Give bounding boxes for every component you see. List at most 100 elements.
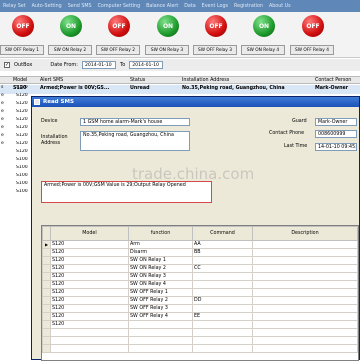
- relay-button[interactable]: OFF SW OFF Relay 4: [290, 15, 334, 57]
- device-field[interactable]: 1 GSM home alarm-Mark's house: [80, 118, 190, 126]
- table-row[interactable]: S120 SW ON Relay 1: [42, 256, 358, 265]
- cell-function[interactable]: SW OFF Relay 4: [128, 312, 193, 321]
- address-field[interactable]: No.35,Peking road, Guangzhou, China: [80, 131, 190, 151]
- row-indicator[interactable]: [42, 256, 51, 265]
- cell-model[interactable]: S120: [50, 304, 129, 313]
- row-indicator[interactable]: [42, 312, 51, 321]
- grid-col-model[interactable]: Model: [50, 226, 129, 241]
- row-indicator[interactable]: [42, 248, 51, 257]
- cell-model[interactable]: S120: [50, 280, 129, 289]
- cell-function[interactable]: SW OFF Relay 1: [128, 288, 193, 297]
- relay-label[interactable]: SW ON Relay 4: [241, 45, 285, 55]
- menu-item[interactable]: Send SMS: [68, 4, 92, 9]
- cell-command[interactable]: [192, 288, 253, 297]
- menu-item[interactable]: Computer Setting: [98, 4, 141, 9]
- relay-button[interactable]: OFF SW OFF Relay 3: [193, 15, 237, 57]
- cell-function[interactable]: SW ON Relay 3: [128, 272, 193, 281]
- menu-item[interactable]: Data: [184, 4, 195, 9]
- grid-col-command[interactable]: Command: [192, 226, 253, 241]
- table-row[interactable]: S120 SW OFF Relay 3: [42, 304, 358, 313]
- menu-item[interactable]: Auto-Setting: [32, 4, 62, 9]
- cell-command[interactable]: AA: [192, 240, 253, 249]
- table-row[interactable]: S120 SW ON Relay 3: [42, 272, 358, 281]
- relay-button[interactable]: ON SW ON Relay 2: [48, 15, 92, 57]
- cell-description[interactable]: [252, 296, 358, 305]
- table-row[interactable]: S120 Disarm BB: [42, 248, 358, 257]
- table-row[interactable]: S120 SW ON Relay 2 CC: [42, 264, 358, 273]
- table-row[interactable]: [42, 344, 358, 353]
- cell-model[interactable]: S120: [50, 256, 129, 265]
- cell-function[interactable]: SW OFF Relay 3: [128, 304, 193, 313]
- row-indicator[interactable]: [42, 304, 51, 313]
- cell-command[interactable]: [192, 272, 253, 281]
- table-row[interactable]: S120 SW OFF Relay 2 DD: [42, 296, 358, 305]
- menu-item[interactable]: Registration: [234, 4, 263, 9]
- cell-description[interactable]: [252, 280, 358, 289]
- menu-item[interactable]: About Us: [269, 4, 291, 9]
- cell-description[interactable]: [252, 240, 358, 249]
- cell-model[interactable]: [50, 336, 129, 345]
- table-row[interactable]: S120: [42, 320, 358, 329]
- relay-label[interactable]: SW OFF Relay 1: [0, 45, 44, 55]
- table-row[interactable]: S120 SW ON Relay 4: [42, 280, 358, 289]
- cell-command[interactable]: [192, 256, 253, 265]
- row-indicator[interactable]: [42, 264, 51, 273]
- row-indicator[interactable]: [42, 344, 51, 353]
- cell-function[interactable]: [128, 328, 193, 337]
- cell-description[interactable]: [252, 288, 358, 297]
- commands-grid[interactable]: Model function Command Description ▶ S120…: [41, 225, 359, 361]
- dialog-titlebar[interactable]: Read SMS: [32, 97, 359, 107]
- relay-state-icon[interactable]: OFF: [12, 15, 34, 37]
- row-indicator[interactable]: ▶: [42, 240, 51, 249]
- cell-command[interactable]: EE: [192, 312, 253, 321]
- last-time-field[interactable]: 14-01-10 09:45:1: [315, 143, 357, 151]
- cell-model[interactable]: S120: [50, 272, 129, 281]
- row-indicator[interactable]: [42, 328, 51, 337]
- sms-content-field[interactable]: Armed;Power is 00V;GSM Value is 29;Outpu…: [41, 181, 212, 203]
- relay-label[interactable]: SW OFF Relay 2: [96, 45, 140, 55]
- cell-description[interactable]: [252, 256, 358, 265]
- cell-description[interactable]: [252, 272, 358, 281]
- cell-model[interactable]: S120: [50, 288, 129, 297]
- relay-button[interactable]: OFF SW OFF Relay 2: [96, 15, 140, 57]
- row-indicator[interactable]: [42, 296, 51, 305]
- grid-col-function[interactable]: function: [128, 226, 193, 241]
- menu-item[interactable]: Event Logs: [202, 4, 228, 9]
- cell-function[interactable]: [128, 344, 193, 353]
- cell-command[interactable]: [192, 280, 253, 289]
- row-indicator[interactable]: [42, 320, 51, 329]
- cell-command[interactable]: [192, 320, 253, 329]
- guard-field[interactable]: Mark-Owner: [315, 118, 357, 126]
- relay-label[interactable]: SW OFF Relay 3: [193, 45, 237, 55]
- cell-model[interactable]: S120: [50, 248, 129, 257]
- cell-model[interactable]: S120: [50, 320, 129, 329]
- cell-function[interactable]: SW ON Relay 1: [128, 256, 193, 265]
- date-from-input[interactable]: 2014-01-10: [81, 61, 116, 69]
- relay-state-icon[interactable]: OFF: [205, 15, 227, 37]
- cell-description[interactable]: [252, 312, 358, 321]
- cell-model[interactable]: [50, 328, 129, 337]
- cell-function[interactable]: SW ON Relay 2: [128, 264, 193, 273]
- relay-label[interactable]: SW ON Relay 2: [48, 45, 92, 55]
- relay-state-icon[interactable]: OFF: [108, 15, 130, 37]
- relay-state-icon[interactable]: ON: [157, 15, 179, 37]
- cell-description[interactable]: [252, 344, 358, 353]
- cell-model[interactable]: S120: [50, 312, 129, 321]
- cell-description[interactable]: [252, 248, 358, 257]
- cell-model[interactable]: S120: [50, 264, 129, 273]
- cell-function[interactable]: [128, 336, 193, 345]
- relay-button[interactable]: OFF SW OFF Relay 1: [0, 15, 44, 57]
- row-indicator[interactable]: [42, 288, 51, 297]
- contact-phone-field[interactable]: 008600999: [315, 130, 357, 138]
- cell-model[interactable]: S120: [50, 296, 129, 305]
- outbox-checkbox[interactable]: ✓: [4, 62, 10, 68]
- date-to-input[interactable]: 2014-01-10: [129, 61, 164, 69]
- cell-description[interactable]: [252, 264, 358, 273]
- relay-label[interactable]: SW ON Relay 3: [145, 45, 189, 55]
- cell-command[interactable]: BB: [192, 248, 253, 257]
- cell-command[interactable]: [192, 336, 253, 345]
- grid-col-description[interactable]: Description: [252, 226, 358, 241]
- row-indicator[interactable]: [42, 272, 51, 281]
- cell-description[interactable]: [252, 304, 358, 313]
- table-row[interactable]: S120 SW OFF Relay 1: [42, 288, 358, 297]
